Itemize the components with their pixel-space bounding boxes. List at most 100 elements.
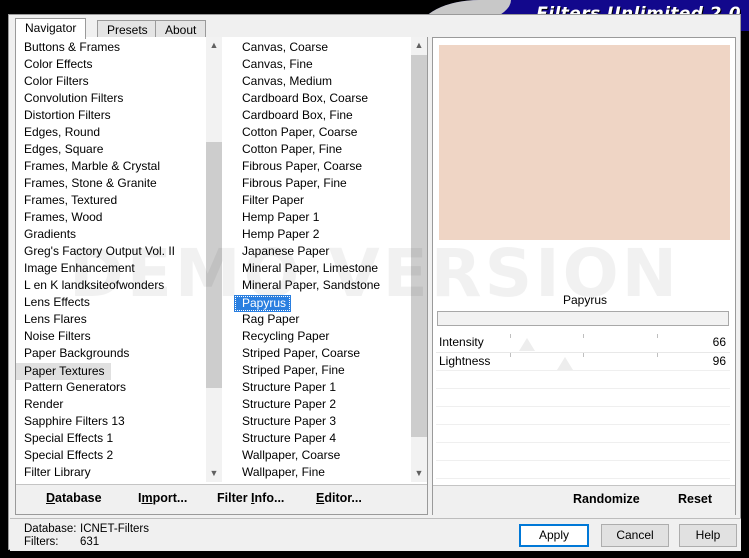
list-item[interactable]: Greg's Factory Output Vol. II <box>16 243 222 260</box>
editor-link[interactable]: Editor... <box>316 491 362 505</box>
list-item[interactable]: Hemp Paper 1 <box>234 209 427 226</box>
list-item[interactable]: Rag Paper <box>234 311 427 328</box>
list-item[interactable]: Canvas, Medium <box>234 73 427 90</box>
scroll-down-icon[interactable]: ▼ <box>206 465 222 482</box>
slider-thumb[interactable] <box>557 357 574 370</box>
slider-row-empty <box>436 460 730 478</box>
list-item[interactable]: Pattern Generators <box>16 379 222 396</box>
list-item[interactable]: Striped Paper, Coarse <box>234 345 427 362</box>
list-item[interactable]: Noise Filters <box>16 328 222 345</box>
list-item[interactable]: Render <box>16 396 222 413</box>
list-item[interactable]: Paper Textures <box>16 363 111 380</box>
slider-value: 66 <box>712 335 726 349</box>
list-item[interactable]: Recycling Paper <box>234 328 427 345</box>
filter-scroll-thumb[interactable] <box>411 55 427 437</box>
apply-button[interactable]: Apply <box>519 524 589 547</box>
list-item[interactable]: Special Effects 2 <box>16 447 222 464</box>
slider-tick <box>656 334 658 338</box>
tab-navigator[interactable]: Navigator <box>15 18 87 39</box>
list-item[interactable]: Edges, Round <box>16 124 222 141</box>
list-item[interactable]: Frames, Stone & Granite <box>16 175 222 192</box>
filter-scrollbar[interactable]: ▲ ▼ <box>411 37 427 482</box>
slider-label: Intensity <box>439 335 484 349</box>
preview-actions-row: Randomize Reset <box>433 485 735 515</box>
slider-row-empty <box>436 442 730 460</box>
slider-tick <box>583 353 584 357</box>
list-item[interactable]: Mineral Paper, Limestone <box>234 260 427 277</box>
parameter-sliders: Intensity 66 Lightness 96 <box>436 334 730 496</box>
list-item[interactable]: Japanese Paper <box>234 243 427 260</box>
list-item[interactable]: Wallpaper, Fine <box>234 464 427 481</box>
list-item[interactable]: Mineral Paper, Sandstone <box>234 277 427 294</box>
list-item[interactable]: Structure Paper 2 <box>234 396 427 413</box>
list-item[interactable]: Cardboard Box, Fine <box>234 107 427 124</box>
filter-preview-image[interactable] <box>439 45 730 240</box>
category-scrollbar[interactable]: ▲ ▼ <box>206 37 222 482</box>
list-item[interactable]: Cotton Paper, Fine <box>234 141 427 158</box>
list-item[interactable]: Distortion Filters <box>16 107 222 124</box>
list-item[interactable]: Papyrus <box>234 295 292 312</box>
list-item[interactable]: Gradients <box>16 226 222 243</box>
list-item[interactable]: Paper Backgrounds <box>16 345 222 362</box>
filter-info-link[interactable]: Filter Info... <box>217 491 284 505</box>
slider-row[interactable]: Intensity 66 <box>436 334 730 352</box>
list-item[interactable]: Cardboard Box, Coarse <box>234 90 427 107</box>
list-item[interactable]: Structure Paper 3 <box>234 413 427 430</box>
database-label: Database: <box>24 523 77 535</box>
filters-value: 631 <box>80 536 100 548</box>
list-item[interactable]: Lens Flares <box>16 311 222 328</box>
footer-bar: Database: ICNET-Filters Filters: 631 App… <box>10 518 741 551</box>
slider-thumb[interactable] <box>519 338 536 351</box>
slider-row-empty <box>436 424 730 442</box>
list-item[interactable]: Fibrous Paper, Fine <box>234 175 427 192</box>
current-filter-name: Papyrus <box>562 293 608 307</box>
list-item[interactable]: Striped Paper, Fine <box>234 362 427 379</box>
list-item[interactable]: Cotton Paper, Coarse <box>234 124 427 141</box>
list-item[interactable]: Canvas, Fine <box>234 56 427 73</box>
category-listbox[interactable]: Buttons & Frames Color Effects Color Filte… <box>16 37 222 482</box>
list-item[interactable]: Filter Paper <box>234 192 427 209</box>
list-item[interactable]: Color Filters <box>16 73 222 90</box>
filter-listbox[interactable]: Canvas, Coarse Canvas, Fine Canvas, Medium… <box>234 37 427 482</box>
preview-panel: Papyrus Intensity 66 Lightness 96 Randomize… <box>432 37 736 515</box>
list-item[interactable]: Color Effects <box>16 56 222 73</box>
help-button[interactable]: Help <box>679 524 737 547</box>
list-item[interactable]: Image Enhancement <box>16 260 222 277</box>
tab-strip: Navigator Presets About <box>15 18 428 39</box>
list-item[interactable]: Special Effects 1 <box>16 430 222 447</box>
tab-presets[interactable]: Presets <box>97 20 158 38</box>
action-links-row: Database Import... Filter Info... Editor… <box>16 484 427 514</box>
main-window: Navigator Presets About Buttons & Frames… <box>8 14 741 551</box>
list-item[interactable]: Filter Library <box>16 464 222 481</box>
list-item[interactable]: Frames, Marble & Crystal <box>16 158 222 175</box>
list-item[interactable]: Fibrous Paper, Coarse <box>234 158 427 175</box>
category-scroll-thumb[interactable] <box>206 142 222 388</box>
list-item[interactable]: Convolution Filters <box>16 90 222 107</box>
list-item[interactable]: Lens Effects <box>16 294 222 311</box>
list-item[interactable]: L en K landksiteofwonders <box>16 277 222 294</box>
import-link[interactable]: Import... <box>138 491 187 505</box>
list-item[interactable]: Edges, Square <box>16 141 222 158</box>
list-item[interactable]: Frames, Textured <box>16 192 222 209</box>
database-link[interactable]: Database <box>46 491 102 505</box>
list-item[interactable]: Structure Paper 1 <box>234 379 427 396</box>
slider-row[interactable]: Lightness 96 <box>436 352 730 370</box>
reset-link[interactable]: Reset <box>678 492 712 506</box>
slider-row-empty <box>436 388 730 406</box>
list-item[interactable]: Buttons & Frames <box>16 39 222 56</box>
tab-about[interactable]: About <box>155 20 207 38</box>
cancel-button[interactable]: Cancel <box>601 524 669 547</box>
list-item[interactable]: Canvas, Coarse <box>234 39 427 56</box>
scroll-up-icon[interactable]: ▲ <box>206 37 222 54</box>
scroll-down-icon[interactable]: ▼ <box>411 465 427 482</box>
list-item[interactable]: Wallpaper, Coarse <box>234 447 427 464</box>
list-item[interactable]: Frames, Wood <box>16 209 222 226</box>
list-item[interactable]: Hemp Paper 2 <box>234 226 427 243</box>
navigator-panel: Buttons & Frames Color Effects Color Filte… <box>15 37 428 515</box>
list-item[interactable]: Structure Paper 4 <box>234 430 427 447</box>
database-value: ICNET-Filters <box>80 523 149 535</box>
randomize-link[interactable]: Randomize <box>573 492 640 506</box>
slider-value: 96 <box>712 354 726 368</box>
scroll-up-icon[interactable]: ▲ <box>411 37 427 54</box>
list-item[interactable]: Sapphire Filters 13 <box>16 413 222 430</box>
